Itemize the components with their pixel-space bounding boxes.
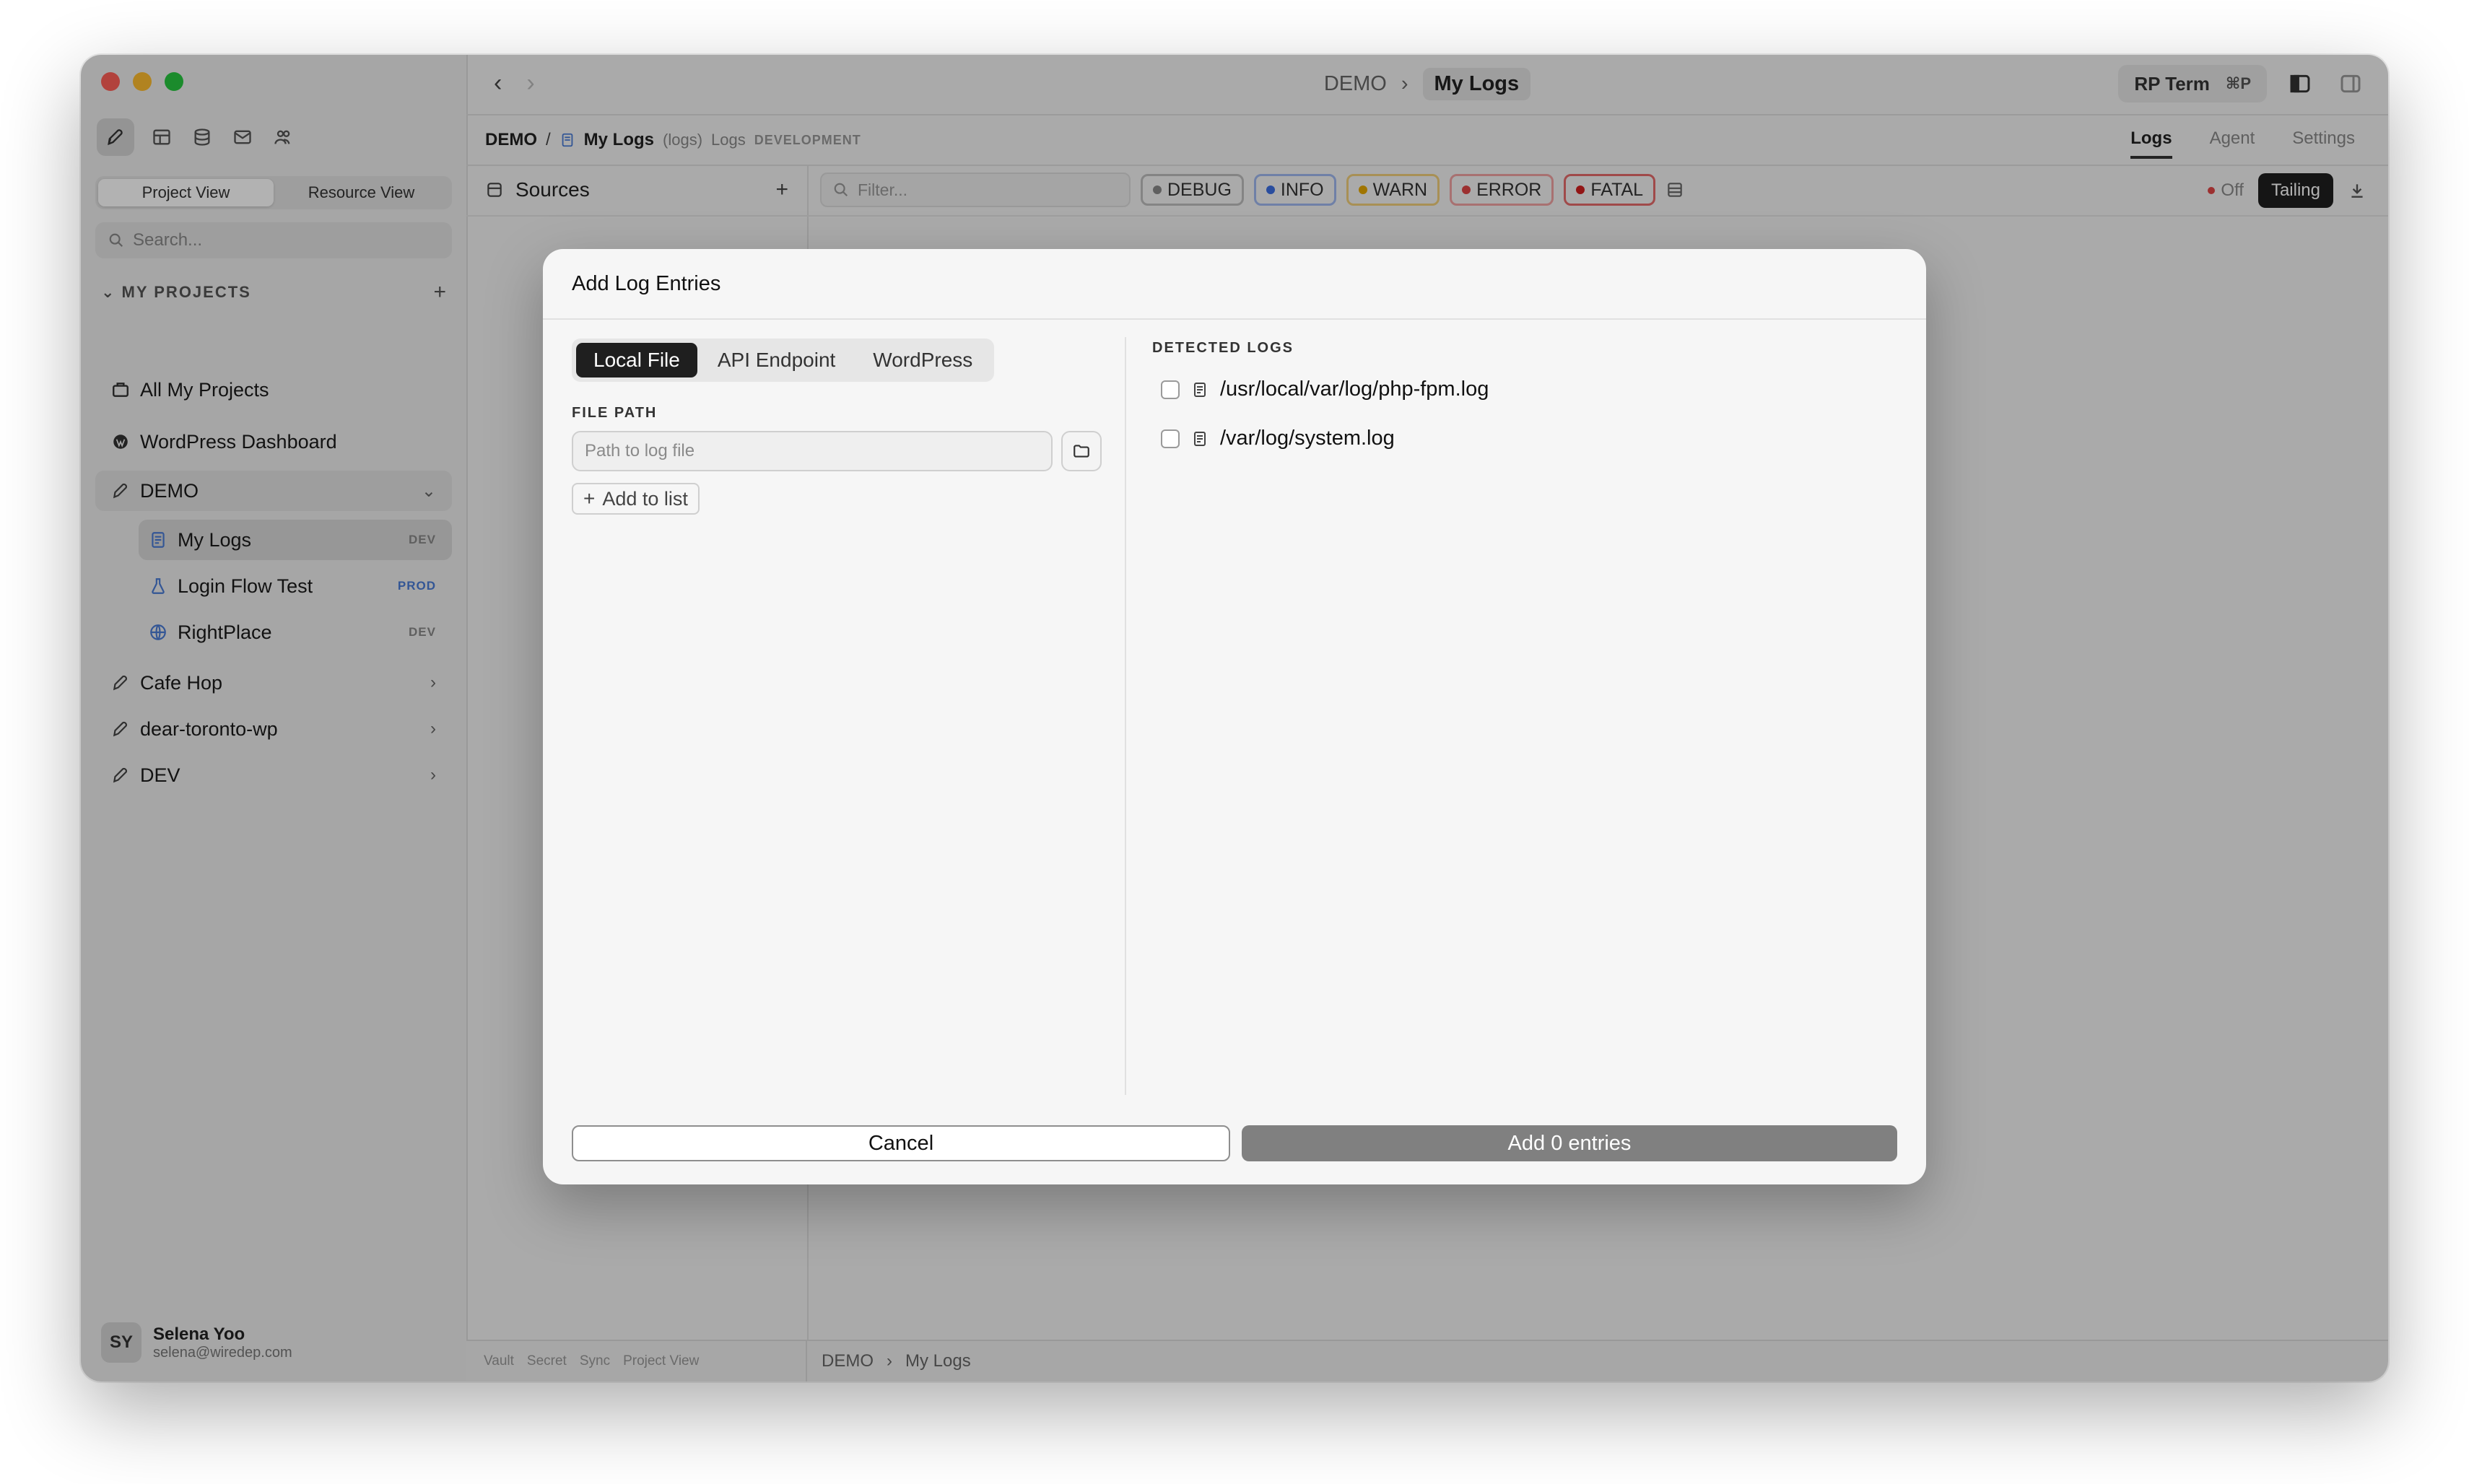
tab-local-file[interactable]: Local File xyxy=(576,343,697,377)
plus-icon: + xyxy=(583,487,596,510)
detected-log-path: /usr/local/var/log/php-fpm.log xyxy=(1220,377,1489,401)
cancel-button[interactable]: Cancel xyxy=(572,1125,1230,1161)
detected-log-item[interactable]: /var/log/system.log xyxy=(1161,427,1395,450)
column-divider xyxy=(1125,337,1126,1095)
detected-log-checkbox[interactable] xyxy=(1161,380,1180,399)
detected-logs-label: DETECTED LOGS xyxy=(1152,340,1294,356)
browse-folder-button[interactable] xyxy=(1061,431,1102,471)
add-log-entries-dialog: Add Log Entries Local File API Endpoint … xyxy=(543,249,1926,1184)
file-path-label: FILE PATH xyxy=(572,405,658,421)
add-to-list-button[interactable]: + Add to list xyxy=(572,483,700,515)
detected-log-checkbox[interactable] xyxy=(1161,429,1180,448)
tab-wordpress[interactable]: WordPress xyxy=(855,343,990,377)
file-path-input[interactable] xyxy=(572,431,1053,471)
folder-icon xyxy=(1074,445,1089,458)
detected-log-item[interactable]: /usr/local/var/log/php-fpm.log xyxy=(1161,377,1489,401)
detected-log-path: /var/log/system.log xyxy=(1220,427,1395,450)
add-to-list-label: Add to list xyxy=(602,487,688,510)
source-type-tabs: Local File API Endpoint WordPress xyxy=(572,339,995,382)
tab-api-endpoint[interactable]: API Endpoint xyxy=(700,343,853,377)
log-file-icon xyxy=(1194,431,1206,446)
dialog-title: Add Log Entries xyxy=(572,272,721,295)
dialog-divider xyxy=(543,318,1926,320)
add-entries-button[interactable]: Add 0 entries xyxy=(1242,1125,1897,1161)
log-file-icon xyxy=(1194,382,1206,397)
